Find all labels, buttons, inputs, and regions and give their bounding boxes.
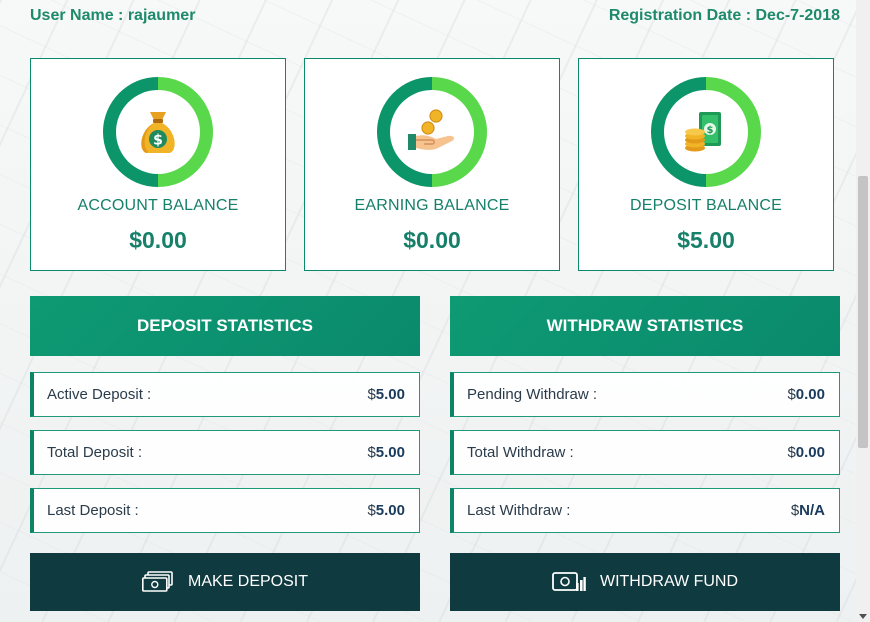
deposit-statistics-header: DEPOSIT STATISTICS	[30, 296, 420, 356]
stat-value: $5.00	[367, 502, 405, 519]
stat-value: $0.00	[787, 386, 825, 403]
stat-row-total-deposit: Total Deposit : $5.00	[30, 430, 420, 475]
card-label: DEPOSIT BALANCE	[629, 197, 783, 214]
account-balance-card: $ ACCOUNT BALANCE $0.00	[30, 58, 286, 271]
user-name: User Name : rajaumer	[30, 7, 196, 24]
card-amount: $5.00	[677, 227, 735, 253]
earning-balance-card: EARNING BALANCE $0.00	[304, 58, 560, 271]
cash-coins-icon: $	[685, 112, 721, 152]
card-amount: $0.00	[129, 227, 187, 253]
stat-label: Total Deposit :	[47, 444, 143, 461]
user-info-bar: User Name : rajaumer Registration Date :…	[30, 7, 840, 25]
registration-date: Registration Date : Dec-7-2018	[608, 7, 840, 24]
stat-label: Active Deposit :	[47, 386, 152, 403]
dashboard: User Name : rajaumer Registration Date :…	[0, 0, 856, 622]
svg-text:$: $	[707, 125, 714, 136]
stat-value: $0.00	[787, 444, 825, 461]
stat-row-pending-withdraw: Pending Withdraw : $0.00	[450, 372, 840, 417]
stat-row-last-withdraw: Last Withdraw : $N/A	[450, 488, 840, 533]
stat-label: Last Withdraw :	[467, 502, 571, 519]
make-deposit-button[interactable]: MAKE DEPOSIT	[30, 553, 420, 611]
progress-ring	[377, 77, 487, 187]
vertical-scrollbar[interactable]	[856, 0, 870, 622]
cash-chart-icon	[552, 572, 586, 591]
stat-value: $5.00	[367, 444, 405, 461]
card-amount: $0.00	[403, 227, 461, 253]
stat-row-last-deposit: Last Deposit : $5.00	[30, 488, 420, 533]
stat-label: Last Deposit :	[47, 502, 139, 519]
deposit-balance-card: $ DEPOSIT BALANCE $5.00	[578, 58, 834, 271]
withdraw-fund-button[interactable]: WITHDRAW FUND	[450, 553, 840, 611]
coins-hand-icon	[408, 109, 455, 150]
withdraw-statistics-header: WITHDRAW STATISTICS	[450, 296, 840, 356]
stat-label: Pending Withdraw :	[467, 386, 598, 403]
scrollbar-thumb[interactable]	[858, 176, 868, 448]
stat-value: $5.00	[367, 386, 405, 403]
stat-value: $N/A	[790, 502, 825, 519]
stat-label: Total Withdraw :	[467, 444, 574, 461]
progress-ring: $	[103, 77, 213, 187]
card-label: EARNING BALANCE	[354, 197, 510, 214]
cash-stack-icon	[141, 571, 173, 592]
make-deposit-label: MAKE DEPOSIT	[187, 573, 309, 590]
scroll-down-arrow-icon[interactable]	[859, 614, 867, 619]
stat-row-total-withdraw: Total Withdraw : $0.00	[450, 430, 840, 475]
progress-ring: $	[651, 77, 761, 187]
svg-text:$: $	[153, 133, 163, 149]
withdraw-fund-label: WITHDRAW FUND	[599, 573, 739, 590]
stat-row-active-deposit: Active Deposit : $5.00	[30, 372, 420, 417]
money-bag-icon: $	[141, 112, 175, 153]
card-label: ACCOUNT BALANCE	[77, 197, 239, 214]
